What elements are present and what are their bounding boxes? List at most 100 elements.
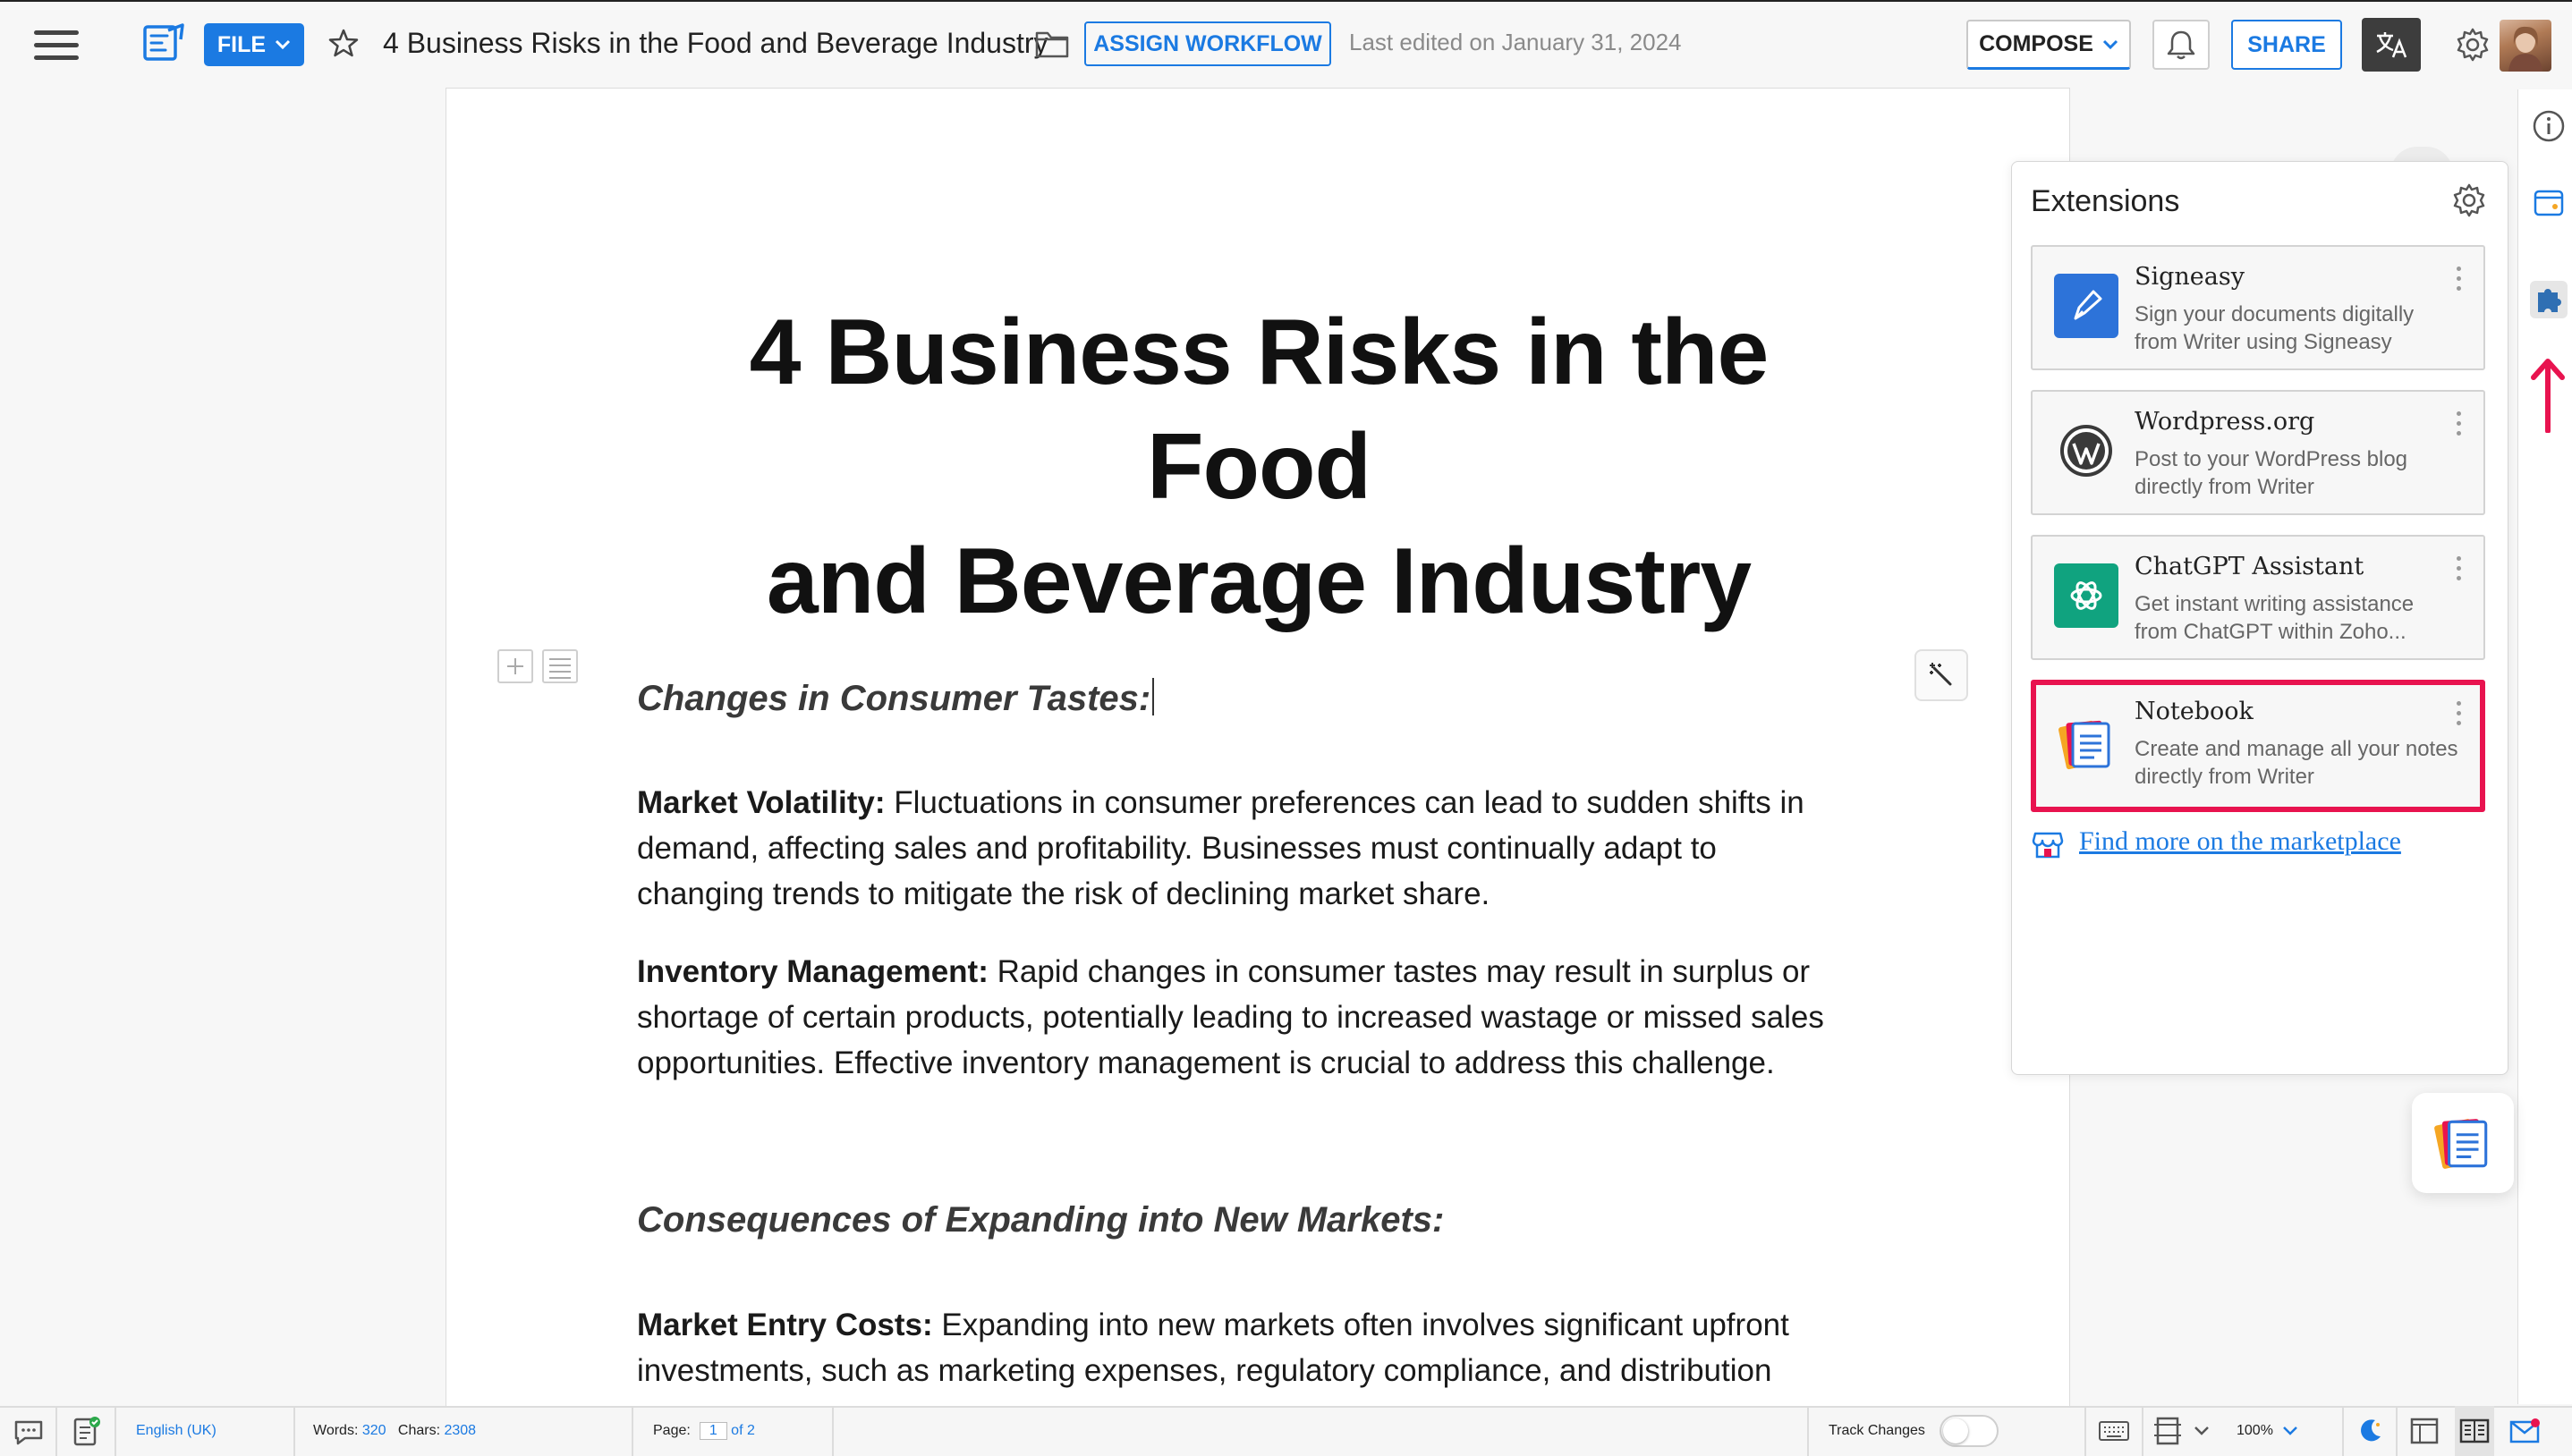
moon-icon: [2361, 1419, 2381, 1442]
extension-card-signeasy[interactable]: Signeasy Sign your documents digitally f…: [2031, 245, 2485, 370]
mail-icon: [2509, 1418, 2540, 1443]
print-layout-button[interactable]: [2405, 1406, 2444, 1456]
paragraph-market-entry-costs[interactable]: Market Entry Costs: Expanding into new m…: [637, 1302, 1889, 1393]
paragraph-bold-lead: Inventory Management:: [637, 954, 989, 989]
window-panel-icon: [2534, 190, 2564, 216]
paragraph-text: investments, such as marketing expenses,…: [637, 1353, 1772, 1388]
chevron-down-icon: [2283, 1426, 2297, 1435]
extension-name: Signeasy: [2135, 263, 2245, 291]
magic-wand-button[interactable]: [1914, 649, 1968, 701]
keyboard-icon: [2099, 1421, 2129, 1441]
notebook-icon: [2434, 1119, 2488, 1169]
notifications-button[interactable]: [2152, 20, 2210, 70]
folder-icon[interactable]: [1034, 27, 1070, 61]
chars-value: 2308: [444, 1423, 477, 1438]
paragraph-text: Expanding into new markets often involve…: [932, 1308, 1789, 1342]
words-label: Words:: [313, 1423, 359, 1438]
paragraph-inventory-management[interactable]: Inventory Management: Rapid changes in c…: [637, 949, 1889, 1086]
document-heading[interactable]: 4 Business Risks in the Food and Beverag…: [626, 295, 1891, 639]
gear-icon: [2457, 28, 2489, 62]
more-options-icon[interactable]: [2457, 701, 2464, 730]
translate-button[interactable]: [2362, 18, 2421, 72]
compose-label: COMPOSE: [1979, 31, 2093, 56]
paragraph-text: demand, affecting sales and profitabilit…: [637, 831, 1717, 866]
paragraph-text: Fluctuations in consumer preferences can…: [885, 785, 1804, 820]
extension-description: Get instant writing assistance from Chat…: [2135, 592, 2415, 644]
puzzle-piece-icon: [2538, 289, 2561, 312]
floating-notebook-button[interactable]: [2412, 1093, 2514, 1193]
text-cursor: [1152, 678, 1155, 715]
paragraph-text: Rapid changes in consumer tastes may res…: [988, 954, 1811, 989]
page-number-input[interactable]: 1: [699, 1422, 727, 1440]
section-title-new-markets[interactable]: Consequences of Expanding into New Marke…: [637, 1200, 1444, 1240]
web-layout-button[interactable]: [2455, 1406, 2494, 1456]
chevron-down-icon: [2194, 1426, 2209, 1435]
page-total: of 2: [731, 1423, 755, 1438]
chatgpt-icon: [2054, 563, 2118, 628]
document-title[interactable]: 4 Business Risks in the Food and Beverag…: [383, 27, 1048, 60]
paragraph-text: changing trends to mitigate the risk of …: [637, 876, 1490, 911]
heading-line: and Beverage Industry: [766, 529, 1752, 633]
dark-mode-button[interactable]: [2351, 1406, 2389, 1456]
document-check-button[interactable]: [64, 1406, 107, 1456]
zoom-value: 100%: [2237, 1423, 2273, 1438]
star-icon[interactable]: [326, 25, 361, 61]
chars-label: Chars:: [397, 1423, 441, 1438]
chevron-down-icon: [2102, 39, 2118, 49]
user-avatar[interactable]: [2500, 20, 2551, 72]
file-menu-button[interactable]: FILE: [204, 23, 304, 66]
marketplace-link[interactable]: Find more on the marketplace: [2079, 826, 2401, 857]
wordpress-icon: [2054, 419, 2118, 483]
words-value: 320: [361, 1423, 386, 1438]
page-layout-dropdown[interactable]: [2152, 1406, 2210, 1456]
assign-workflow-button[interactable]: ASSIGN WORKFLOW: [1084, 21, 1331, 66]
extensions-button[interactable]: [2530, 281, 2568, 318]
paragraph-bold-lead: Market Entry Costs:: [637, 1308, 933, 1342]
paragraph-bold-lead: Market Volatility:: [637, 785, 886, 820]
extension-description: Post to your WordPress blog directly fro…: [2135, 447, 2408, 499]
paragraph-market-volatility[interactable]: Market Volatility: Fluctuations in consu…: [637, 780, 1889, 917]
translate-icon: [2376, 32, 2407, 58]
more-options-icon[interactable]: [2457, 556, 2464, 585]
add-block-button[interactable]: [497, 649, 533, 683]
extension-card-wordpress[interactable]: Wordpress.org Post to your WordPress blo…: [2031, 390, 2485, 515]
paragraph-format-button[interactable]: [542, 649, 578, 683]
zoom-dropdown[interactable]: 100%: [2237, 1406, 2298, 1456]
extension-card-notebook[interactable]: Notebook Create and manage all your note…: [2031, 680, 2485, 812]
extension-name: ChatGPT Assistant: [2135, 553, 2364, 580]
red-arrow-annotation: [2528, 356, 2568, 434]
more-options-icon[interactable]: [2457, 267, 2464, 295]
hamburger-menu-icon[interactable]: [34, 30, 79, 63]
extension-name: Wordpress.org: [2135, 408, 2315, 436]
chat-bubble-icon: [14, 1420, 43, 1445]
share-button[interactable]: SHARE: [2231, 20, 2342, 70]
track-changes-label: Track Changes: [1829, 1423, 1925, 1438]
file-menu-label: FILE: [216, 31, 267, 57]
plus-icon: [507, 658, 523, 674]
extension-description: Create and manage all your notes directl…: [2135, 737, 2458, 789]
section-title-consumer-tastes[interactable]: Changes in Consumer Tastes:: [637, 678, 1155, 719]
page-layout-icon: [2154, 1417, 2181, 1445]
last-edited-text: Last edited on January 31, 2024: [1349, 29, 1682, 55]
writer-doc-icon[interactable]: [141, 21, 186, 64]
track-changes-control[interactable]: Track Changes: [1829, 1406, 1999, 1456]
feedback-button[interactable]: [2505, 1406, 2544, 1456]
track-changes-toggle[interactable]: [1939, 1415, 1999, 1447]
heading-line: 4 Business Risks in the Food: [749, 301, 1770, 519]
settings-button[interactable]: [2444, 20, 2501, 70]
extension-card-chatgpt[interactable]: ChatGPT Assistant Get instant writing as…: [2031, 535, 2485, 660]
language-selector[interactable]: English (UK): [136, 1406, 216, 1456]
extension-description: Sign your documents digitally from Write…: [2135, 302, 2415, 354]
bell-icon: [2167, 30, 2195, 60]
section-title-text: Changes in Consumer Tastes:: [637, 679, 1151, 718]
compose-button[interactable]: COMPOSE: [1966, 20, 2131, 70]
calendar-panel-button[interactable]: [2530, 184, 2568, 222]
info-button[interactable]: [2530, 107, 2568, 145]
book-layout-icon: [2459, 1418, 2490, 1443]
comments-button[interactable]: [9, 1406, 48, 1456]
extensions-settings-gear-icon[interactable]: [2451, 182, 2487, 218]
more-options-icon[interactable]: [2457, 411, 2464, 440]
keyboard-button[interactable]: [2095, 1406, 2133, 1456]
print-layout-icon: [2410, 1418, 2439, 1444]
notebook-icon: [2054, 712, 2118, 776]
